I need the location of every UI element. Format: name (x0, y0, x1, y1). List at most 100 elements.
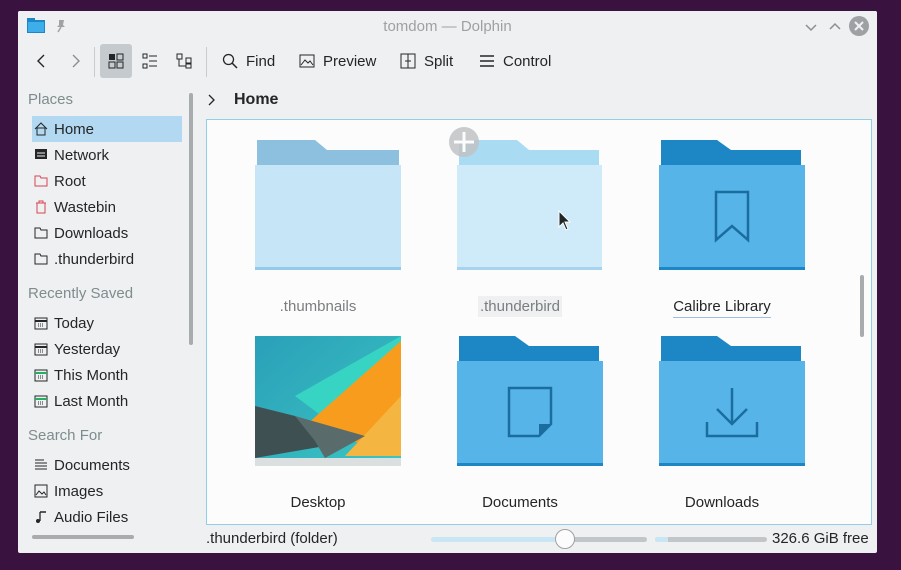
file-name: .thunderbird (477, 296, 563, 317)
documents-folder-icon (457, 336, 603, 466)
title-bar[interactable]: tomdom — Dolphin (18, 11, 877, 41)
places-item-downloads[interactable]: Downloads (32, 220, 182, 246)
places-item-network[interactable]: Network (32, 142, 182, 168)
places-item-last-month[interactable]: Last Month (32, 388, 182, 414)
places-item-label: Documents (54, 456, 130, 474)
hamburger-menu-icon (480, 55, 494, 67)
forward-button[interactable] (59, 44, 91, 78)
places-panel: Places Home Network Root Wastebin Downlo… (18, 85, 196, 553)
downloads-folder-icon (659, 336, 805, 466)
file-name: Downloads (684, 494, 760, 511)
places-item-documents[interactable]: Documents (32, 452, 182, 478)
split-label: Split (424, 52, 454, 70)
status-bar: .thunderbird (folder) 326.6 GiB free (206, 527, 877, 551)
folder-red-icon (34, 175, 48, 187)
folder-icon (34, 227, 48, 239)
recently-saved-header: Recently Saved (28, 285, 134, 302)
places-item-label: Wastebin (54, 198, 116, 216)
trash-icon (36, 200, 46, 214)
zoom-slider[interactable] (431, 537, 647, 542)
control-menu-button[interactable]: Control (471, 44, 559, 78)
places-item-label: Network (54, 146, 110, 164)
file-name: Calibre Library (634, 298, 810, 318)
bookmark-folder-icon (659, 140, 805, 270)
calendar-icon (34, 317, 48, 330)
places-item-this-month[interactable]: This Month (32, 362, 182, 388)
find-button[interactable]: Find (214, 44, 283, 78)
places-vertical-scrollbar[interactable] (189, 93, 193, 345)
find-label: Find (246, 52, 276, 70)
places-item-label: This Month (54, 366, 129, 384)
close-button[interactable] (849, 16, 869, 36)
maximize-icon[interactable] (826, 18, 844, 36)
toolbar-separator (94, 47, 95, 77)
places-item-label: Today (54, 314, 95, 332)
hidden-folder-icon (457, 140, 602, 270)
split-button[interactable]: Split (392, 44, 461, 78)
file-name: Desktop (290, 494, 346, 511)
places-item-home[interactable]: Home (32, 116, 182, 142)
preview-label: Preview (323, 52, 377, 70)
file-view[interactable]: .thumbnails .thunderbird Calibre Library (206, 119, 872, 525)
control-label: Control (503, 52, 552, 70)
search-for-header: Search For (28, 427, 103, 444)
places-item-label: Images (54, 482, 104, 500)
arrow-left-icon (37, 54, 45, 68)
disk-space-bar (655, 537, 767, 542)
places-item-label: Root (54, 172, 86, 190)
free-space-label: 326.6 GiB free (772, 530, 869, 547)
hidden-folder-icon (255, 140, 401, 270)
places-item-root[interactable]: Root (32, 168, 182, 194)
details-view-button[interactable] (168, 44, 200, 78)
places-horizontal-scrollbar[interactable] (32, 535, 134, 539)
add-to-selection-icon[interactable] (448, 126, 480, 158)
preview-button[interactable]: Preview (291, 44, 384, 78)
dolphin-window: tomdom — Dolphin Find Preview Split Cont… (18, 11, 877, 553)
image-icon (34, 484, 48, 498)
file-item[interactable]: Documents (432, 336, 608, 516)
places-item-label: Home (54, 120, 95, 138)
file-item[interactable]: .thunderbird (432, 140, 608, 320)
file-item[interactable]: Downloads (634, 336, 810, 516)
places-item-label: .thunderbird (54, 250, 135, 268)
file-name: Documents (482, 494, 558, 511)
toolbar-separator (206, 47, 207, 77)
places-item-thunderbird[interactable]: .thunderbird (32, 246, 182, 272)
zoom-slider-handle[interactable] (555, 529, 575, 549)
desktop-wallpaper-thumbnail (255, 336, 401, 466)
icons-view-button[interactable] (100, 44, 132, 78)
places-item-yesterday[interactable]: Yesterday (32, 336, 182, 362)
search-icon (222, 53, 238, 69)
places-item-audio-files[interactable]: Audio Files (32, 504, 182, 530)
minimize-icon[interactable] (802, 18, 820, 36)
breadcrumb-home[interactable]: Home (234, 91, 278, 109)
places-item-label: Downloads (54, 224, 129, 242)
places-item-label: Audio Files (54, 508, 129, 526)
file-item[interactable]: .thumbnails (230, 140, 406, 320)
breadcrumb: Home (206, 89, 278, 111)
back-button[interactable] (26, 44, 58, 78)
places-item-today[interactable]: Today (32, 310, 182, 336)
places-item-label: Yesterday (54, 340, 121, 358)
compact-view-button[interactable] (134, 44, 166, 78)
places-item-wastebin[interactable]: Wastebin (32, 194, 182, 220)
network-icon (35, 149, 47, 159)
places-item-images[interactable]: Images (32, 478, 182, 504)
calendar-green-icon (34, 369, 48, 382)
home-icon (34, 122, 48, 136)
chevron-right-icon[interactable] (206, 94, 216, 106)
music-icon (36, 511, 46, 523)
folder-icon (34, 253, 48, 265)
file-name: .thumbnails (279, 298, 357, 315)
file-item[interactable]: Desktop (230, 336, 406, 516)
view-vertical-scrollbar[interactable] (860, 275, 864, 337)
calendar-green-icon (34, 395, 48, 408)
image-icon (299, 54, 315, 68)
mouse-cursor-icon (558, 210, 572, 231)
file-item[interactable]: Calibre Library (634, 140, 810, 320)
document-icon (35, 459, 47, 470)
details-view-icon (176, 53, 192, 69)
selection-info: .thunderbird (folder) (206, 530, 338, 547)
split-view-icon (400, 53, 416, 69)
places-item-label: Last Month (54, 392, 129, 410)
